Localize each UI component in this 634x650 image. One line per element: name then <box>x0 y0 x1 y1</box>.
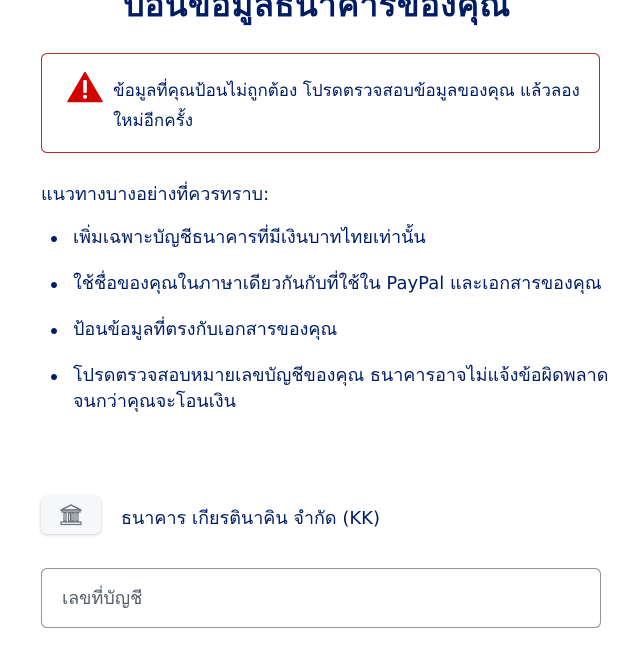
bullet-icon <box>51 328 57 334</box>
bullet-icon <box>51 374 57 380</box>
guideline-text: โปรดตรวจสอบหมายเลขบัญชีของคุณ ธนาคารอาจไ… <box>73 365 609 412</box>
account-number-field[interactable] <box>41 568 601 628</box>
account-number-input[interactable] <box>42 569 600 627</box>
bank-name: ธนาคาร เกียรตินาคิน จำกัด (KK) <box>121 508 380 529</box>
bullet-icon <box>51 236 57 242</box>
guidelines-heading: แนวทางบางอย่างที่ควรทราบ: <box>41 184 270 205</box>
guideline-text: ใช้ชื่อของคุณในภาษาเดียวกันกับที่ใช้ใน P… <box>73 273 602 294</box>
warning-triangle-icon <box>67 71 103 103</box>
error-message: ข้อมูลที่คุณป้อนไม่ถูกต้อง โปรดตรวจสอบข้… <box>113 81 580 131</box>
page: ป้อนข้อมูลธนาคารของคุณ ข้อมูลที่คุณป้อนไ… <box>0 0 634 650</box>
guideline-item: ป้อนข้อมูลที่ตรงกับเอกสารของคุณ <box>41 317 611 343</box>
bullet-icon <box>51 282 57 288</box>
selected-bank: ธนาคาร เกียรตินาคิน จำกัด (KK) <box>41 496 601 536</box>
page-title: ป้อนข้อมูลธนาคารของคุณ <box>123 0 511 24</box>
guideline-item: เพิ่มเฉพาะบัญชีธนาคารที่มีเงินบาทไทยเท่า… <box>41 225 611 251</box>
bank-building-icon <box>41 496 101 534</box>
guideline-item: โปรดตรวจสอบหมายเลขบัญชีของคุณ ธนาคารอาจไ… <box>41 363 611 415</box>
guidelines-list: เพิ่มเฉพาะบัญชีธนาคารที่มีเงินบาทไทยเท่า… <box>41 225 611 435</box>
guideline-item: ใช้ชื่อของคุณในภาษาเดียวกันกับที่ใช้ใน P… <box>41 271 611 297</box>
error-alert: ข้อมูลที่คุณป้อนไม่ถูกต้อง โปรดตรวจสอบข้… <box>41 53 600 153</box>
guideline-text: เพิ่มเฉพาะบัญชีธนาคารที่มีเงินบาทไทยเท่า… <box>73 227 426 248</box>
guideline-text: ป้อนข้อมูลที่ตรงกับเอกสารของคุณ <box>73 319 338 340</box>
